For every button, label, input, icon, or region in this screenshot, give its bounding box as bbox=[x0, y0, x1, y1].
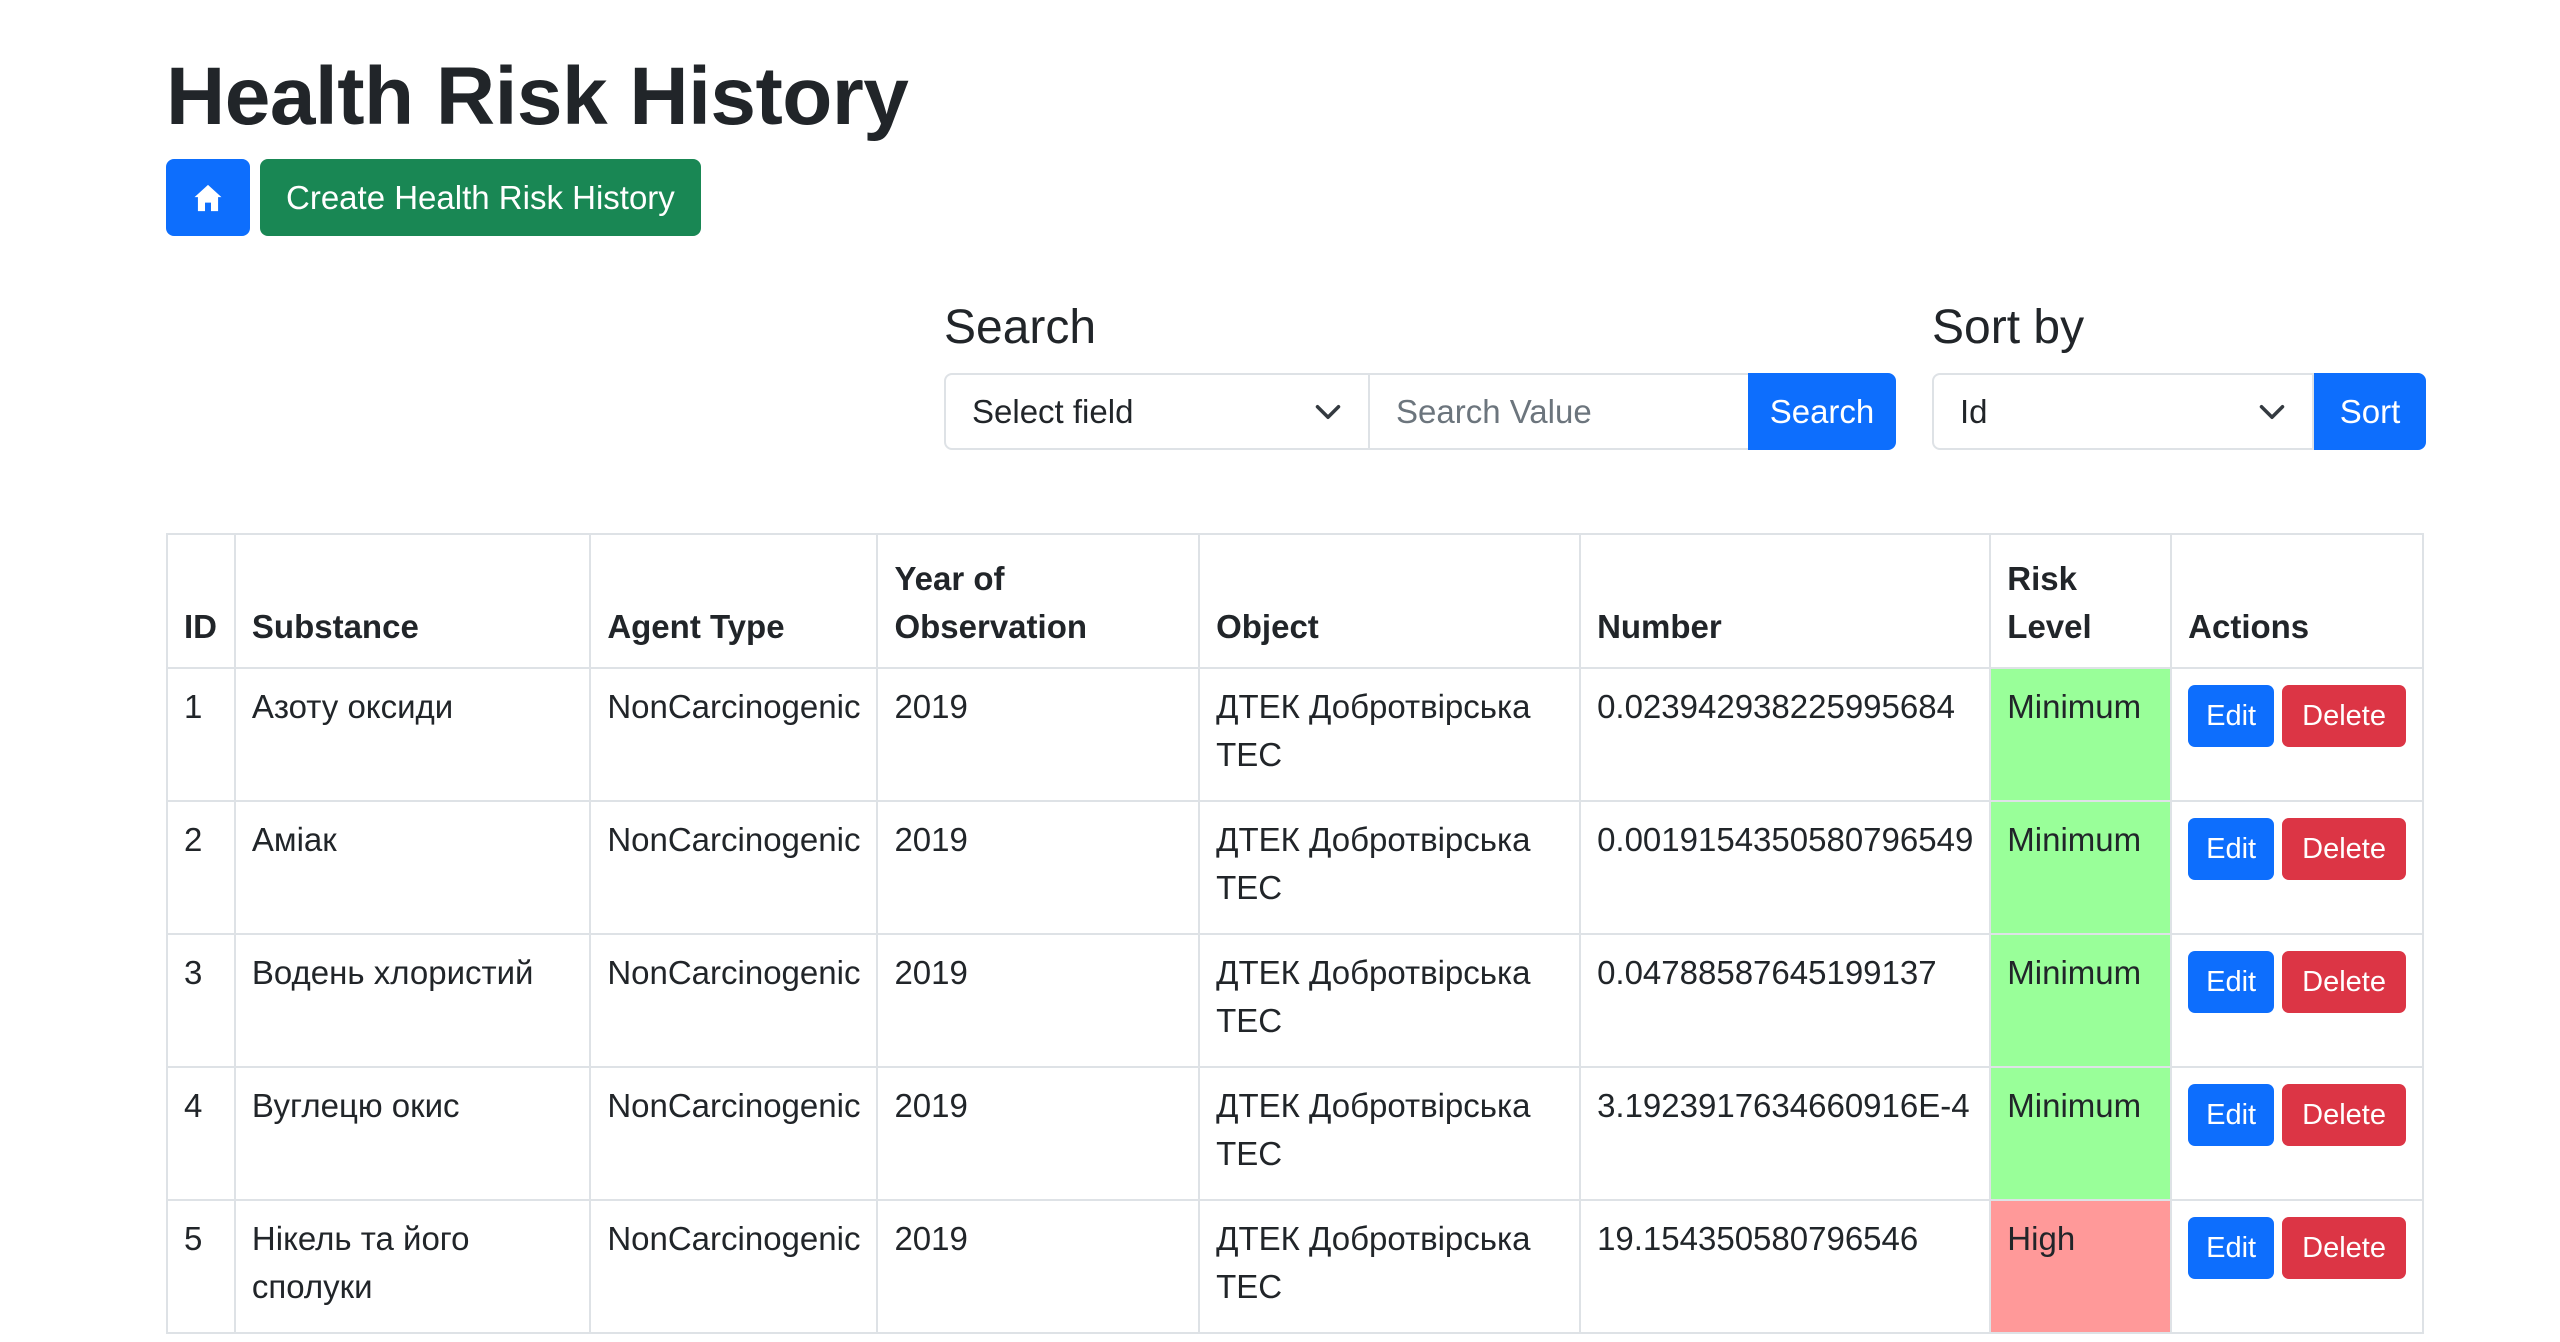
cell-id: 2 bbox=[166, 800, 236, 935]
cell-agent-type: NonCarcinogenic bbox=[589, 1199, 879, 1334]
cell-agent-type: NonCarcinogenic bbox=[589, 933, 879, 1068]
cell-actions: Edit Delete bbox=[2170, 933, 2424, 1068]
search-field-select-value: Select field bbox=[972, 392, 1134, 430]
table-row: 5 Нікель та його сполуки NonCarcinogenic… bbox=[166, 1199, 2424, 1334]
cell-id: 3 bbox=[166, 933, 236, 1068]
header-actions: Actions bbox=[2170, 533, 2424, 669]
search-field-select[interactable]: Select field bbox=[944, 373, 1370, 450]
edit-button[interactable]: Edit bbox=[2188, 951, 2275, 1013]
cell-actions: Edit Delete bbox=[2170, 1199, 2424, 1334]
cell-year: 2019 bbox=[876, 933, 1201, 1068]
cell-object: ДТЕК Добротвірська ТЕС bbox=[1198, 1066, 1582, 1201]
home-button[interactable] bbox=[166, 159, 250, 236]
cell-risk-level: Minimum bbox=[1989, 800, 2173, 935]
table-row: 1 Азоту оксиди NonCarcinogenic 2019 ДТЕК… bbox=[166, 667, 2424, 802]
sort-field-select-value: Id bbox=[1960, 392, 1988, 430]
table-header-row: ID Substance Agent Type Year of Observat… bbox=[166, 533, 2424, 669]
page-title: Health Risk History bbox=[166, 51, 909, 142]
cell-risk-level: Minimum bbox=[1989, 933, 2173, 1068]
cell-year: 2019 bbox=[876, 667, 1201, 802]
chevron-down-icon bbox=[1315, 404, 1341, 419]
cell-object: ДТЕК Добротвірська ТЕС bbox=[1198, 1199, 1582, 1334]
cell-agent-type: NonCarcinogenic bbox=[589, 667, 879, 802]
delete-button[interactable]: Delete bbox=[2282, 685, 2406, 747]
sort-group: Id Sort bbox=[1932, 373, 2426, 450]
table-row: 2 Аміак NonCarcinogenic 2019 ДТЕК Доброт… bbox=[166, 800, 2424, 935]
cell-object: ДТЕК Добротвірська ТЕС bbox=[1198, 933, 1582, 1068]
cell-id: 1 bbox=[166, 667, 236, 802]
header-agent-type: Agent Type bbox=[589, 533, 879, 669]
cell-year: 2019 bbox=[876, 1066, 1201, 1201]
search-heading: Search bbox=[944, 301, 1097, 354]
home-icon bbox=[194, 184, 222, 211]
cell-object: ДТЕК Добротвірська ТЕС bbox=[1198, 667, 1582, 802]
header-object: Object bbox=[1198, 533, 1582, 669]
sort-field-select[interactable]: Id bbox=[1932, 373, 2314, 450]
cell-id: 5 bbox=[166, 1199, 236, 1334]
edit-button[interactable]: Edit bbox=[2188, 1084, 2275, 1146]
header-id: ID bbox=[166, 533, 236, 669]
cell-actions: Edit Delete bbox=[2170, 1066, 2424, 1201]
top-toolbar: Create Health Risk History bbox=[166, 159, 701, 236]
cell-number: 3.1923917634660916E-4 bbox=[1579, 1066, 1992, 1201]
cell-number: 0.023942938225995684 bbox=[1579, 667, 1992, 802]
sort-button[interactable]: Sort bbox=[2314, 373, 2426, 450]
cell-substance: Водень хлористий bbox=[233, 933, 592, 1068]
cell-agent-type: NonCarcinogenic bbox=[589, 800, 879, 935]
cell-number: 19.154350580796546 bbox=[1579, 1199, 1992, 1334]
sort-heading: Sort by bbox=[1932, 301, 2085, 354]
edit-button[interactable]: Edit bbox=[2188, 685, 2275, 747]
search-value-input[interactable]: Search Value bbox=[1370, 373, 1748, 450]
delete-button[interactable]: Delete bbox=[2282, 1217, 2406, 1279]
chevron-down-icon bbox=[2259, 404, 2285, 419]
cell-object: ДТЕК Добротвірська ТЕС bbox=[1198, 800, 1582, 935]
cell-year: 2019 bbox=[876, 1199, 1201, 1334]
cell-substance: Аміак bbox=[233, 800, 592, 935]
cell-actions: Edit Delete bbox=[2170, 800, 2424, 935]
cell-id: 4 bbox=[166, 1066, 236, 1201]
header-number: Number bbox=[1579, 533, 1992, 669]
cell-agent-type: NonCarcinogenic bbox=[589, 1066, 879, 1201]
table-row: 3 Водень хлористий NonCarcinogenic 2019 … bbox=[166, 933, 2424, 1068]
cell-number: 0.0019154350580796549 bbox=[1579, 800, 1992, 935]
header-year: Year of Observation bbox=[876, 533, 1201, 669]
delete-button[interactable]: Delete bbox=[2282, 1084, 2406, 1146]
cell-substance: Нікель та його сполуки bbox=[233, 1199, 592, 1334]
cell-substance: Вуглецю окис bbox=[233, 1066, 592, 1201]
page: Health Risk History Create Health Risk H… bbox=[0, 0, 2560, 1342]
edit-button[interactable]: Edit bbox=[2188, 1217, 2275, 1279]
cell-number: 0.04788587645199137 bbox=[1579, 933, 1992, 1068]
cell-substance: Азоту оксиди bbox=[233, 667, 592, 802]
cell-actions: Edit Delete bbox=[2170, 667, 2424, 802]
delete-button[interactable]: Delete bbox=[2282, 818, 2406, 880]
cell-risk-level: Minimum bbox=[1989, 1066, 2173, 1201]
create-health-risk-history-button[interactable]: Create Health Risk History bbox=[260, 159, 701, 236]
cell-year: 2019 bbox=[876, 800, 1201, 935]
search-group: Select field Search Value Search bbox=[944, 373, 1896, 450]
cell-risk-level: Minimum bbox=[1989, 667, 2173, 802]
edit-button[interactable]: Edit bbox=[2188, 818, 2275, 880]
search-button[interactable]: Search bbox=[1748, 373, 1896, 450]
cell-risk-level: High bbox=[1989, 1199, 2173, 1334]
table-row: 4 Вуглецю окис NonCarcinogenic 2019 ДТЕК… bbox=[166, 1066, 2424, 1201]
delete-button[interactable]: Delete bbox=[2282, 951, 2406, 1013]
header-risk-level: Risk Level bbox=[1989, 533, 2173, 669]
header-substance: Substance bbox=[233, 533, 592, 669]
health-risk-table: ID Substance Agent Type Year of Observat… bbox=[166, 533, 2424, 1334]
